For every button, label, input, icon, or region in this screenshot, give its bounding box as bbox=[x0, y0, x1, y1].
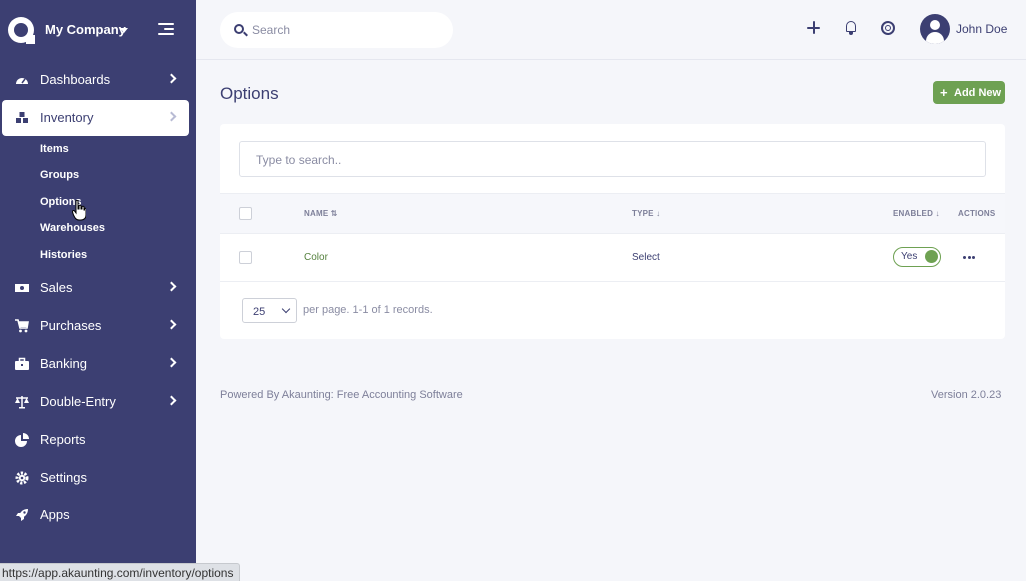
sidebar-item-label: Inventory bbox=[40, 110, 94, 125]
company-switcher[interactable]: My Company bbox=[45, 22, 126, 37]
toggle-label: Yes bbox=[901, 251, 918, 262]
add-new-label: Add New bbox=[954, 87, 1002, 99]
enabled-toggle[interactable]: Yes bbox=[893, 247, 941, 267]
sort-icon: ⇅ bbox=[330, 209, 338, 218]
column-header-type[interactable]: TYPE ↓ bbox=[632, 209, 660, 218]
select-all-checkbox[interactable] bbox=[239, 207, 252, 220]
footer-powered-by[interactable]: Powered By Akaunting: Free Accounting So… bbox=[220, 389, 463, 401]
search-placeholder: Search bbox=[252, 23, 291, 37]
chevron-right-icon bbox=[166, 395, 177, 406]
sidebar-item-label: Banking bbox=[40, 356, 87, 371]
sidebar-subitem-warehouses[interactable]: Warehouses bbox=[40, 222, 105, 234]
bell-icon[interactable] bbox=[843, 20, 859, 36]
chevron-right-icon bbox=[166, 319, 177, 330]
toggle-knob bbox=[925, 250, 938, 263]
caret-down-icon[interactable] bbox=[120, 28, 128, 33]
chevron-right-icon bbox=[166, 73, 177, 84]
sidebar-item-label: Sales bbox=[40, 280, 73, 295]
pie-chart-icon bbox=[15, 433, 29, 447]
sidebar-item-settings[interactable]: Settings bbox=[0, 460, 196, 496]
gear-icon bbox=[15, 471, 29, 485]
pagination-info: per page. 1-1 of 1 records. bbox=[303, 304, 433, 316]
lifebuoy-icon[interactable] bbox=[880, 20, 896, 36]
table-search-placeholder: Type to search.. bbox=[256, 153, 342, 167]
sidebar-item-label: Double-Entry bbox=[40, 394, 116, 409]
row-checkbox[interactable] bbox=[239, 251, 252, 264]
table-header: NAME ⇅ TYPE ↓ ENABLED ↓ ACTIONS bbox=[220, 193, 1005, 234]
sidebar-item-banking[interactable]: Banking bbox=[0, 346, 196, 382]
akaunting-logo-icon bbox=[8, 17, 35, 44]
sidebar-item-sales[interactable]: Sales bbox=[0, 270, 196, 306]
hand-cursor-icon bbox=[72, 200, 86, 221]
brand: My Company bbox=[0, 0, 196, 60]
avatar[interactable] bbox=[920, 14, 950, 44]
column-header-actions: ACTIONS bbox=[958, 209, 996, 218]
user-name[interactable]: John Doe bbox=[956, 22, 1007, 36]
boxes-icon bbox=[16, 112, 28, 123]
status-bar-url: https://app.akaunting.com/inventory/opti… bbox=[0, 563, 241, 581]
plus-icon[interactable] bbox=[806, 20, 822, 36]
sort-down-icon: ↓ bbox=[656, 209, 661, 218]
top-header: Search John Doe bbox=[196, 0, 1026, 60]
footer-version: Version 2.0.23 bbox=[931, 389, 1002, 401]
scale-icon bbox=[15, 396, 29, 409]
chevron-right-icon bbox=[166, 357, 177, 368]
search-icon bbox=[234, 24, 244, 34]
sidebar-item-label: Settings bbox=[40, 470, 87, 485]
sidebar-item-double-entry[interactable]: Double-Entry bbox=[0, 384, 196, 420]
plus-icon: + bbox=[940, 85, 948, 100]
money-icon bbox=[15, 284, 29, 292]
sidebar-item-reports[interactable]: Reports bbox=[0, 422, 196, 458]
cart-icon bbox=[15, 319, 29, 333]
per-page-value: 25 bbox=[253, 306, 266, 318]
sidebar-item-purchases[interactable]: Purchases bbox=[0, 308, 196, 344]
chevron-right-icon bbox=[166, 111, 177, 122]
sidebar-item-label: Apps bbox=[40, 507, 70, 522]
table-row: Color Select Yes bbox=[220, 234, 1005, 282]
table-search-input[interactable]: Type to search.. bbox=[239, 141, 986, 177]
column-header-enabled[interactable]: ENABLED ↓ bbox=[893, 209, 940, 218]
sidebar-subitem-histories[interactable]: Histories bbox=[40, 249, 87, 261]
search-input[interactable]: Search bbox=[220, 12, 453, 48]
sidebar-item-label: Dashboards bbox=[40, 72, 111, 87]
more-actions-icon[interactable] bbox=[963, 256, 975, 260]
chevron-down-icon bbox=[281, 304, 291, 314]
option-name-link[interactable]: Color bbox=[304, 252, 328, 263]
per-page-select[interactable]: 25 bbox=[242, 298, 297, 323]
sidebar-item-label: Purchases bbox=[40, 318, 102, 333]
chevron-right-icon bbox=[166, 281, 177, 292]
sidebar-item-inventory[interactable]: Inventory bbox=[2, 100, 189, 136]
option-type: Select bbox=[632, 252, 660, 263]
options-card: Type to search.. NAME ⇅ TYPE ↓ ENABLED ↓… bbox=[220, 124, 1005, 339]
column-header-name[interactable]: NAME ⇅ bbox=[304, 209, 338, 218]
rocket-icon bbox=[16, 509, 28, 521]
sidebar-item-label: Reports bbox=[40, 432, 86, 447]
sidebar-toggle-icon[interactable] bbox=[158, 23, 174, 35]
sort-down-icon: ↓ bbox=[935, 209, 940, 218]
add-new-button[interactable]: + Add New bbox=[933, 81, 1005, 104]
sidebar-subitem-groups[interactable]: Groups bbox=[40, 169, 79, 181]
sidebar-subitem-items[interactable]: Items bbox=[40, 143, 69, 155]
gauge-icon bbox=[16, 78, 28, 84]
sidebar: My Company Dashboards Inventory Items Gr… bbox=[0, 0, 196, 581]
sidebar-item-apps[interactable]: Apps bbox=[0, 497, 196, 533]
sidebar-item-dashboards[interactable]: Dashboards bbox=[0, 62, 196, 98]
briefcase-icon bbox=[15, 357, 29, 370]
page-title: Options bbox=[220, 84, 279, 103]
